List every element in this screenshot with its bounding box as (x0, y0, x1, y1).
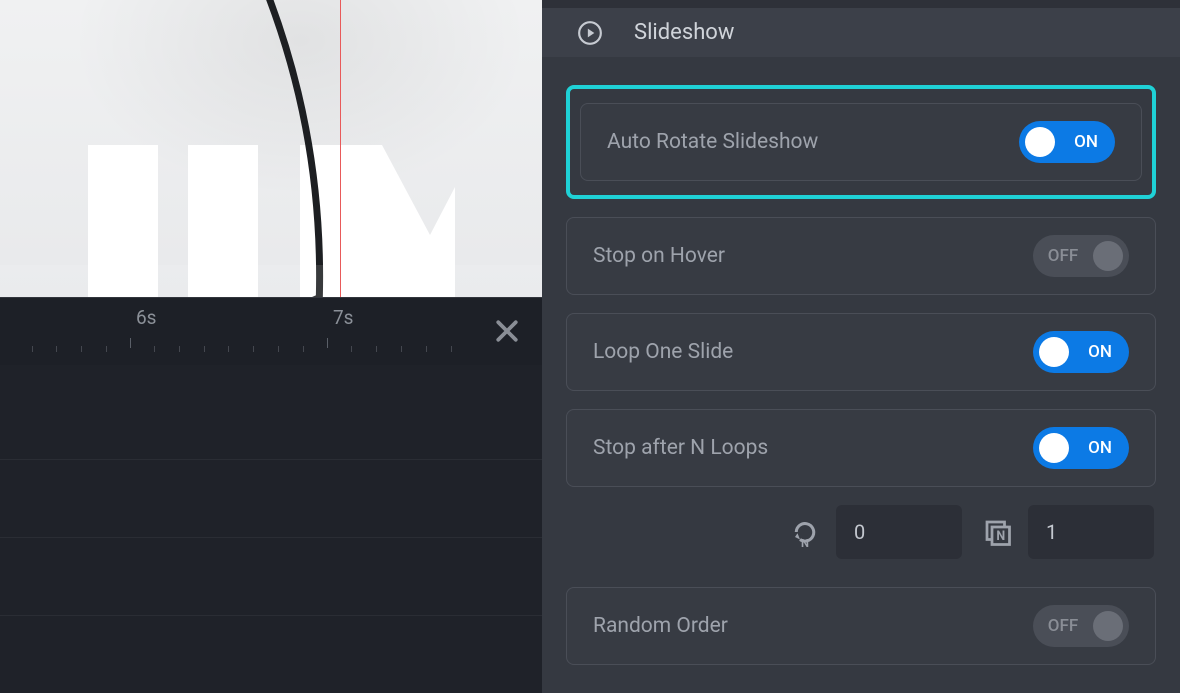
toggle-auto-rotate[interactable]: ON (1019, 121, 1115, 163)
setting-label: Stop after N Loops (593, 436, 768, 460)
timeline-ticks: 6s 7s (0, 298, 542, 365)
panel-header-slideshow[interactable]: Slideshow (542, 8, 1180, 57)
setting-label: Random Order (593, 614, 728, 638)
toggle-knob (1025, 127, 1055, 157)
toggle-state: ON (1069, 438, 1123, 458)
setting-label: Auto Rotate Slideshow (607, 130, 818, 154)
panel-body: Auto Rotate Slideshow ON Stop on Hover O… (542, 57, 1180, 693)
track-row[interactable] (0, 365, 542, 459)
preview-viewport[interactable] (0, 0, 542, 297)
close-timeline-button[interactable] (492, 316, 522, 346)
toggle-stop-on-hover[interactable]: OFF (1033, 235, 1129, 277)
play-circle-icon (576, 19, 604, 47)
toggle-state: OFF (1039, 246, 1093, 266)
track-row[interactable] (0, 615, 542, 693)
setting-label: Loop One Slide (593, 340, 733, 364)
svg-text:N: N (996, 529, 1005, 544)
toggle-state: OFF (1039, 616, 1093, 636)
panel-title: Slideshow (634, 20, 734, 45)
highlighted-setting: Auto Rotate Slideshow ON (566, 85, 1156, 199)
timeline-overlay (0, 265, 542, 297)
toggle-stop-after-n-loops[interactable]: ON (1033, 427, 1129, 469)
toggle-knob (1039, 337, 1069, 367)
n-slides-icon: N (980, 515, 1014, 549)
toggle-state: ON (1055, 132, 1109, 152)
toggle-loop-one-slide[interactable]: ON (1033, 331, 1129, 373)
setting-stop-on-hover: Stop on Hover OFF (566, 217, 1156, 295)
svg-text:N: N (801, 537, 809, 547)
n-slides-value: 1 (1046, 520, 1057, 544)
toggle-knob (1039, 433, 1069, 463)
setting-loop-one-slide: Loop One Slide ON (566, 313, 1156, 391)
timeline-ruler[interactable]: 6s 7s (0, 297, 542, 365)
n-slides-input[interactable]: 1 (1028, 505, 1154, 559)
timeline-tracks[interactable] (0, 365, 542, 693)
settings-panel: Slideshow Auto Rotate Slideshow ON Stop … (542, 0, 1180, 693)
setting-label: Stop on Hover (593, 244, 725, 268)
loop-count-value: 0 (854, 520, 865, 544)
toggle-random-order[interactable]: OFF (1033, 605, 1129, 647)
setting-stop-after-n-loops: Stop after N Loops ON (566, 409, 1156, 487)
loop-count-input[interactable]: 0 (836, 505, 962, 559)
toggle-state: ON (1069, 342, 1123, 362)
setting-auto-rotate: Auto Rotate Slideshow ON (580, 103, 1142, 181)
toggle-knob (1093, 241, 1123, 271)
tick-label: 7s (333, 306, 353, 329)
setting-random-order: Random Order OFF (566, 587, 1156, 665)
loop-count-icon: N (788, 515, 822, 549)
loop-count-row: N 0 N 1 (566, 505, 1156, 559)
preview-and-timeline: 6s 7s (0, 0, 542, 693)
track-row[interactable] (0, 459, 542, 537)
panel-gap (542, 0, 1180, 8)
track-row[interactable] (0, 537, 542, 615)
toggle-knob (1093, 611, 1123, 641)
tick-label: 6s (136, 306, 156, 329)
